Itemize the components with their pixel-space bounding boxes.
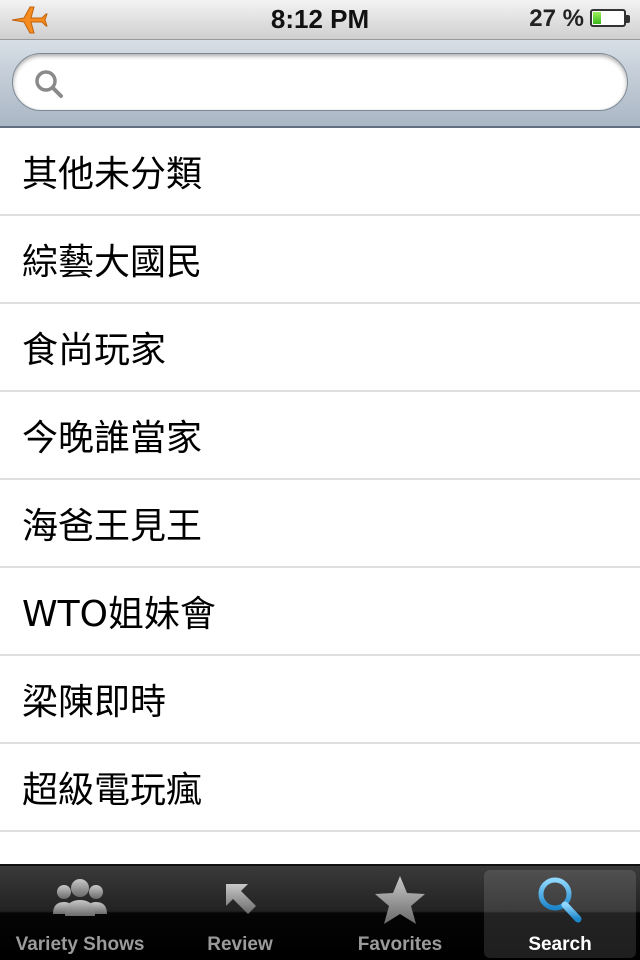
tab-favorites[interactable]: Favorites: [320, 866, 480, 960]
battery-level-fill: [593, 12, 602, 24]
search-bar: [0, 40, 640, 128]
list-item[interactable]: 今晚誰當家: [0, 392, 640, 480]
list-item[interactable]: 其他未分類: [0, 128, 640, 216]
list-item[interactable]: 綜藝大國民: [0, 216, 640, 304]
list-item[interactable]: 食尚玩家: [0, 304, 640, 392]
show-list: 其他未分類 綜藝大國民 食尚玩家 今晚誰當家 海爸王見王 WTO姐妹會 梁陳即時…: [0, 128, 640, 864]
list-item[interactable]: WTO姐妹會: [0, 568, 640, 656]
battery-icon: [590, 9, 630, 27]
tab-label: Review: [207, 934, 273, 955]
list-item-label: 其他未分類: [22, 154, 203, 195]
list-item-label: 超級電玩瘋: [22, 770, 203, 811]
list-item-label: 綜藝大國民: [22, 242, 203, 283]
tab-review[interactable]: Review: [160, 866, 320, 960]
list-item-label: 海爸王見王: [22, 506, 203, 547]
list-item[interactable]: 梁陳即時: [0, 656, 640, 744]
tab-variety-shows[interactable]: Variety Shows: [0, 866, 160, 960]
tab-label: Search: [528, 934, 592, 955]
tab-label: Favorites: [357, 934, 443, 955]
search-field[interactable]: [12, 53, 628, 111]
tab-bar: Variety Shows Review Favorites Search: [0, 864, 640, 960]
tab-label: Variety Shows: [15, 934, 145, 955]
arrow-icon: [226, 884, 256, 914]
battery-percentage: 27 %: [529, 5, 584, 32]
list-item-label: 食尚玩家: [22, 330, 167, 371]
search-input[interactable]: [77, 64, 601, 102]
star-icon: [375, 876, 425, 924]
search-icon: [35, 70, 63, 98]
list-item[interactable]: 海爸王見王: [0, 480, 640, 568]
list-item-label: 梁陳即時: [22, 682, 167, 723]
tab-search[interactable]: Search: [480, 866, 640, 960]
list-item[interactable]: 超級電玩瘋: [0, 744, 640, 832]
search-icon: [538, 877, 582, 923]
list-item-label: 今晚誰當家: [22, 418, 203, 459]
list-item-label: WTO姐妹會: [22, 594, 216, 635]
status-bar: 8:12 PM 27 %: [0, 0, 640, 40]
people-icon: [53, 879, 107, 916]
